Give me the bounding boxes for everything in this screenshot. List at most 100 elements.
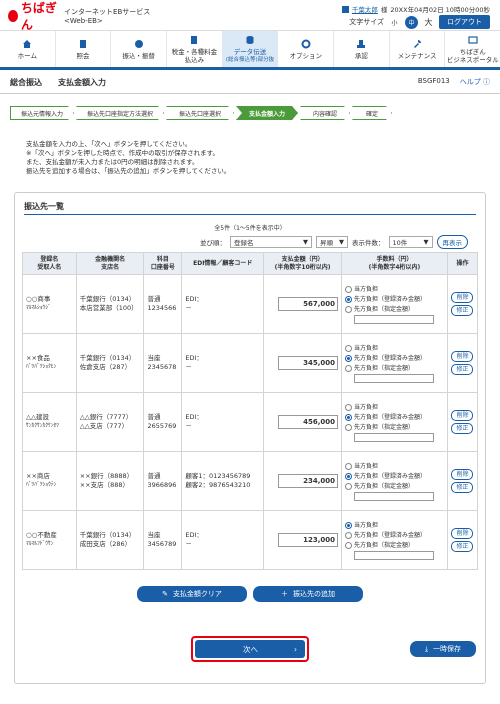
amount-input[interactable]: 345,000 — [278, 356, 339, 370]
amount-input[interactable]: 234,000 — [278, 474, 339, 488]
chevron-right-icon: › — [294, 644, 297, 654]
next-button[interactable]: 次へ › — [195, 640, 305, 658]
branch-name: ××支店（888） — [79, 481, 130, 489]
fee-option[interactable]: 先方負担（指定金額） — [345, 541, 444, 550]
operation-cell: 削除 修正 — [446, 274, 479, 334]
nav-label: オプション — [289, 51, 322, 60]
nav-tax-payment[interactable]: 税金・各種料金 払込み — [167, 31, 223, 67]
delete-button[interactable]: 削除 — [451, 292, 474, 303]
bank-cell: △△銀行（7777） △△支店（777） — [75, 392, 145, 452]
amount-input[interactable]: 567,000 — [278, 297, 339, 311]
nav-label: ホーム — [17, 51, 37, 60]
radio-icon — [345, 414, 353, 421]
fee-option[interactable]: 当方負担 — [345, 462, 444, 471]
display-count-select[interactable]: 10件 ▼ — [388, 236, 433, 248]
nav-data-transmission[interactable]: データ伝送 (総合振込等)部分抜 — [222, 31, 279, 67]
fee-option-label: 先方負担（登録済み金額） — [354, 355, 427, 362]
fee-input[interactable] — [354, 551, 435, 560]
branch-name: 佐倉支店（287） — [79, 363, 132, 371]
edit-button[interactable]: 修正 — [451, 482, 474, 493]
nav-option[interactable]: オプション — [278, 31, 335, 67]
nav-business-portal[interactable]: ちばぎん ビジネスポータル — [445, 31, 500, 67]
edit-button[interactable]: 修正 — [451, 423, 474, 434]
fee-option[interactable]: 先方負担（登録済み金額） — [345, 354, 444, 363]
amount-input[interactable]: 123,000 — [278, 533, 339, 547]
gear-icon — [301, 39, 311, 49]
chevron-down-icon: ▼ — [303, 238, 308, 246]
fee-option[interactable]: 当方負担 — [345, 521, 444, 530]
bank-name: 千葉銀行（0134） — [79, 354, 136, 362]
display-count-label: 表示件数： — [352, 239, 385, 247]
fee-option[interactable]: 先方負担（登録済み金額） — [345, 531, 444, 540]
operation-cell: 削除 修正 — [446, 451, 479, 511]
nav-approval[interactable]: 承認 — [334, 31, 390, 67]
fee-input[interactable] — [354, 433, 435, 442]
table-row: ××食品 ﾊﾞﾂﾊﾞﾂｼｮｸﾋﾝ 千葉銀行（0134） 佐倉支店（287） 当座 2345… — [22, 333, 479, 393]
section-title: 総合振込 — [10, 78, 42, 87]
fee-input[interactable] — [354, 374, 435, 383]
fee-option-label: 先方負担（指定金額） — [354, 424, 415, 431]
fee-option[interactable]: 先方負担（指定金額） — [345, 482, 444, 491]
fee-option[interactable]: 当方負担 — [345, 403, 444, 412]
page-title-bar: 総合振込 支払金額入力 BSGF013 ヘルプ ⓘ — [0, 72, 500, 94]
clear-amount-button[interactable]: ✎ 支払金額クリア — [137, 586, 247, 602]
add-payee-button[interactable]: ＋ 振込先の追加 — [253, 586, 363, 602]
bank-cell: 千葉銀行（0134） 成田支店（286） — [75, 510, 145, 570]
payee-kana: ﾊﾞﾂﾊﾞﾂｼｮｸﾋﾝ — [26, 364, 57, 370]
redisplay-button[interactable]: 再表示 — [436, 235, 468, 249]
nav-transfer[interactable]: 振込・振替 — [111, 31, 168, 67]
fee-option[interactable]: 先方負担（登録済み金額） — [345, 295, 444, 304]
nav-home[interactable]: ホーム — [0, 31, 56, 67]
step-3: 振込先口座選択 — [166, 106, 234, 120]
table-row: ○○商事 ﾏﾙﾏﾙｼｮｳｼﾞ 千葉銀行（0134） 本店営業部（100） 普通 12345… — [22, 274, 479, 334]
fee-option[interactable]: 先方負担（指定金額） — [345, 423, 444, 432]
fee-option[interactable]: 先方負担（指定金額） — [345, 305, 444, 314]
fee-cell: 当方負担 先方負担（登録済み金額） 先方負担（指定金額） — [341, 274, 448, 334]
amount-input[interactable]: 456,000 — [278, 415, 339, 429]
fee-option[interactable]: 当方負担 — [345, 285, 444, 294]
fee-option-label: 当方負担 — [354, 463, 379, 470]
payee-kana: ﾊﾞﾂﾊﾞﾂｼｮｳﾃﾝ — [26, 482, 57, 488]
help-label: ヘルプ — [459, 78, 481, 86]
sort-select[interactable]: 登録名 ▼ — [230, 236, 312, 248]
text-size-medium-button[interactable]: 中 — [405, 15, 418, 29]
text-size-small-button[interactable]: 小 — [388, 15, 401, 29]
nav-label: 照会 — [76, 51, 90, 60]
help-link[interactable]: ヘルプ ⓘ — [460, 77, 490, 87]
nav-label: 税金・各種料金 — [171, 47, 218, 56]
fee-option-label: 当方負担 — [354, 345, 379, 352]
delete-button[interactable]: 削除 — [451, 469, 474, 480]
fee-option[interactable]: 先方負担（登録済み金額） — [345, 413, 444, 422]
global-nav: ホーム 照会 振込・振替 税金・各種料金 払込み データ伝送 (総合振込等)部分… — [0, 30, 500, 70]
wrench-icon — [412, 39, 422, 49]
text-size-large-button[interactable]: 大 — [422, 15, 435, 29]
fee-option-label: 先方負担（登録済み金額） — [354, 532, 427, 539]
edit-button[interactable]: 修正 — [451, 305, 474, 316]
payee-table: 登録名 受取人名 金融機関名 支店名 科目 口座番号 EDI情報／顧客コード 支… — [22, 252, 479, 570]
radio-icon — [345, 365, 353, 372]
fee-option-label: 当方負担 — [354, 404, 379, 411]
user-name-link[interactable]: 千葉太郎 — [352, 4, 378, 14]
fee-option[interactable]: 先方負担（登録済み金額） — [345, 472, 444, 481]
fee-option[interactable]: 先方負担（指定金額） — [345, 364, 444, 373]
radio-icon — [345, 345, 353, 352]
nav-maintenance[interactable]: メンテナンス — [390, 31, 446, 67]
logout-button[interactable]: ログアウト — [439, 15, 490, 29]
col-amount: 支払金額（円） (半角数字10桁以内) — [263, 252, 343, 275]
nav-inquiry[interactable]: 照会 — [56, 31, 112, 67]
order-value: 昇順 — [320, 239, 333, 247]
fee-cell: 当方負担先方負担（登録済み金額） 先方負担（指定金額） — [341, 451, 448, 511]
delete-button[interactable]: 削除 — [451, 410, 474, 421]
text-size-label: 文字サイズ — [349, 18, 384, 26]
delete-button[interactable]: 削除 — [451, 528, 474, 539]
fee-input[interactable] — [354, 492, 435, 501]
temporary-save-button[interactable]: ⤓ 一時保存 — [410, 641, 476, 657]
page-title: 支払金額入力 — [58, 78, 106, 87]
edi-line-2: － — [185, 422, 192, 430]
edit-button[interactable]: 修正 — [451, 364, 474, 375]
order-select[interactable]: 昇順 ▼ — [316, 236, 348, 248]
edit-button[interactable]: 修正 — [451, 541, 474, 552]
fee-input[interactable] — [354, 315, 435, 324]
fee-option[interactable]: 当方負担 — [345, 344, 444, 353]
delete-button[interactable]: 削除 — [451, 351, 474, 362]
